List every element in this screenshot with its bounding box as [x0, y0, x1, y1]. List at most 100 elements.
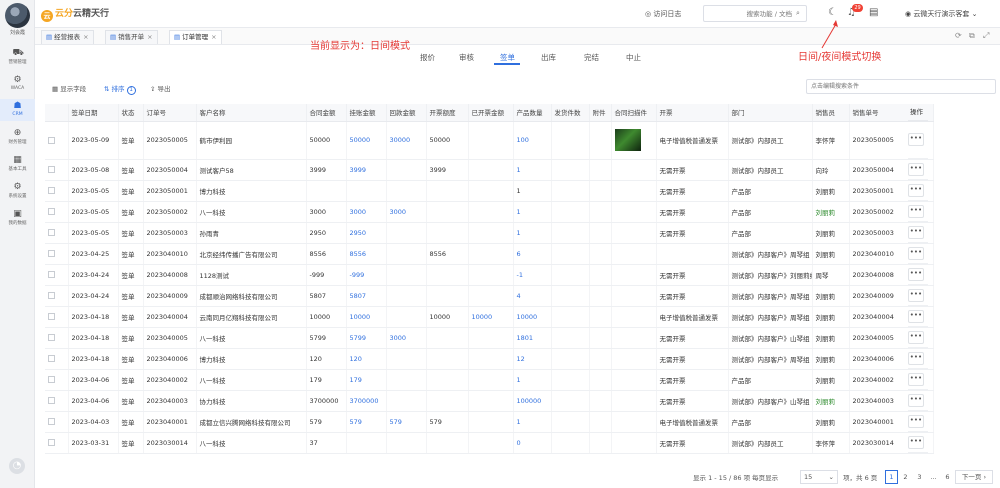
visit-log-link[interactable]: ◎ 访问日志 [645, 9, 681, 19]
close-icon[interactable]: × [211, 33, 216, 41]
column-header[interactable]: 部门 [728, 104, 813, 122]
column-header[interactable]: 已开票金额 [468, 104, 514, 122]
column-header[interactable]: 订单号 [143, 104, 197, 122]
table-row[interactable]: 2023-04-03 签单 2023040001 成都立信兴腾网络科技有限公司 579 5… [45, 411, 934, 433]
row-checkbox[interactable] [48, 376, 55, 383]
table-row[interactable]: 2023-05-08 签单 2023050004 测试客户58 3999 3999 3999… [45, 159, 934, 181]
expand-icon[interactable]: ⤢ [983, 31, 989, 41]
more-actions-button[interactable]: ••• [908, 289, 924, 302]
row-checkbox[interactable] [48, 271, 55, 278]
row-checkbox[interactable] [48, 439, 55, 446]
more-actions-button[interactable]: ••• [908, 436, 924, 449]
row-checkbox[interactable] [48, 292, 55, 299]
column-header[interactable]: 附件 [589, 104, 612, 122]
status-tab-shipped[interactable]: 出库 [541, 52, 556, 63]
sidebar-item-crm[interactable]: ☗ CRM [0, 99, 35, 121]
page-3[interactable]: 3 [913, 470, 926, 484]
table-row[interactable]: 2023-05-05 签单 2023050002 八一科技 3000 3000 3000 1 无… [45, 201, 934, 223]
more-actions-button[interactable]: ••• [908, 373, 924, 386]
sidebar-item-tools[interactable]: ▦ 基本工具 [0, 153, 35, 175]
more-actions-button[interactable]: ••• [908, 184, 924, 197]
row-checkbox[interactable] [48, 187, 55, 194]
column-header[interactable]: 客户名称 [196, 104, 307, 122]
sidebar-item-data[interactable]: ▣ 我的数据 [0, 207, 35, 229]
search-input[interactable] [703, 5, 807, 22]
more-actions-button[interactable]: ••• [908, 352, 924, 365]
table-row[interactable]: 2023-05-09 签单 2023050005 鹤市伊利园 50000 50000 300… [45, 121, 934, 160]
table-row[interactable]: 2023-04-18 签单 2023040006 博力科技 120 120 12 无需开票 测试… [45, 348, 934, 370]
row-checkbox[interactable] [48, 418, 55, 425]
status-tab-quote[interactable]: 报价 [420, 52, 435, 63]
more-actions-button[interactable]: ••• [908, 247, 924, 260]
page-1[interactable]: 1 [885, 470, 898, 484]
row-checkbox[interactable] [48, 250, 55, 257]
show-fields-button[interactable]: ▦ 显示字段 [52, 83, 86, 93]
table-row[interactable]: 2023-04-06 签单 2023040003 协力科技 3700000 3700000… [45, 390, 934, 412]
table-row[interactable]: 2023-04-18 签单 2023040005 八一科技 5799 5799 3000 18… [45, 327, 934, 349]
tab-sales-order[interactable]: ▤ 销售开单 × [105, 30, 158, 44]
tab-reports[interactable]: ▤ 经营报表 × [41, 30, 94, 44]
table-row[interactable]: 2023-04-18 签单 2023040004 云南同月亿翔科技有限公司 10000 1… [45, 306, 934, 328]
more-actions-button[interactable]: ••• [908, 310, 924, 323]
table-row[interactable]: 2023-04-25 签单 2023040010 北京经纬传播广告有限公司 8556 85… [45, 243, 934, 265]
more-actions-button[interactable]: ••• [908, 268, 924, 281]
contract-scan-thumbnail[interactable] [614, 129, 641, 151]
column-header[interactable]: 发货件数 [551, 104, 590, 122]
column-header[interactable]: 合同金额 [306, 104, 347, 122]
more-actions-button[interactable]: ••• [908, 133, 924, 146]
page-2[interactable]: 2 [899, 470, 912, 484]
more-actions-button[interactable]: ••• [908, 331, 924, 344]
table-row[interactable]: 2023-04-24 签单 2023040008 1128测试 -999 -999 -1 无需… [45, 264, 934, 286]
sidebar-item-sales[interactable]: ⛟ 营销管理 [0, 46, 35, 68]
more-actions-button[interactable]: ••• [908, 394, 924, 407]
table-row[interactable]: 2023-04-24 签单 2023040009 成都顺治网络科技有限公司 5807 58… [45, 285, 934, 307]
avatar[interactable] [5, 3, 30, 28]
status-tab-completed[interactable]: 完结 [584, 52, 599, 63]
sidebar-item-waca[interactable]: ⚙ WACA [0, 73, 35, 95]
row-checkbox[interactable] [48, 334, 55, 341]
table-row[interactable]: 2023-04-06 签单 2023040002 八一科技 179 179 1 无需开票 产品部… [45, 369, 934, 391]
sidebar-item-settings[interactable]: ⚙ 系统设置 [0, 180, 35, 202]
moon-icon[interactable]: ☾ [828, 7, 837, 18]
page-size-select[interactable]: 15 ⌄ [800, 470, 838, 484]
column-header[interactable]: 开票额度 [426, 104, 469, 122]
row-checkbox[interactable] [48, 166, 55, 173]
column-header[interactable]: 开票 [656, 104, 729, 122]
status-tab-signed[interactable]: 签单 [500, 52, 515, 63]
next-page-button[interactable]: 下一页 › [955, 470, 993, 484]
row-checkbox[interactable] [48, 313, 55, 320]
copy-icon[interactable]: ⧉ [969, 31, 975, 41]
column-header[interactable]: 合同扫描件 [611, 104, 657, 122]
column-header[interactable]: 销售员 [812, 104, 850, 122]
status-tab-review[interactable]: 审核 [459, 52, 474, 63]
row-checkbox[interactable] [48, 229, 55, 236]
help-icon[interactable]: ◔ [9, 458, 25, 474]
row-checkbox[interactable] [48, 355, 55, 362]
more-actions-button[interactable]: ••• [908, 415, 924, 428]
close-icon[interactable]: × [83, 33, 88, 41]
more-actions-button[interactable]: ••• [908, 163, 924, 176]
status-tab-terminated[interactable]: 中止 [626, 52, 641, 63]
page-6[interactable]: 6 [941, 470, 954, 484]
table-row[interactable]: 2023-05-05 签单 2023050001 博力科技 1 无需开票 产品部 刘丽莉 202… [45, 180, 934, 202]
column-header[interactable]: 挂账金额 [346, 104, 387, 122]
column-header[interactable]: 回款金额 [386, 104, 427, 122]
document-icon[interactable]: ▤ [869, 7, 878, 18]
column-header[interactable]: 状态 [118, 104, 144, 122]
close-icon[interactable]: × [147, 33, 152, 41]
refresh-icon[interactable]: ⟳ [955, 31, 962, 40]
row-checkbox[interactable] [48, 208, 55, 215]
tab-order-management[interactable]: ▤ 订单管理 × [169, 30, 222, 44]
row-checkbox[interactable] [48, 136, 55, 144]
more-actions-button[interactable]: ••• [908, 205, 924, 218]
column-header[interactable]: 产品数量 [513, 104, 552, 122]
column-header[interactable]: 签单日期 [68, 104, 119, 122]
row-checkbox[interactable] [48, 397, 55, 404]
export-button[interactable]: ⇪ 导出 [150, 83, 171, 93]
sort-button[interactable]: ⇅ 排序 1 [104, 83, 136, 95]
table-row[interactable]: 2023-05-05 签单 2023050003 孙雨青 2950 2950 1 无需开票 产品… [45, 222, 934, 244]
table-row[interactable]: 2023-03-31 签单 2023030014 八一科技 37 0 无需开票 测试部》内部员… [45, 432, 934, 454]
account-menu[interactable]: ◉ 云微天行演示客套 ⌄ [905, 9, 977, 19]
more-actions-button[interactable]: ••• [908, 226, 924, 239]
sidebar-item-finance[interactable]: ⊕ 财务管理 [0, 126, 35, 148]
